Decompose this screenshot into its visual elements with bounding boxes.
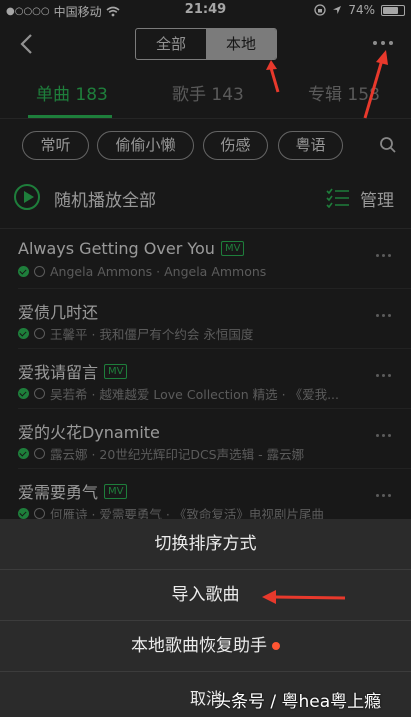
restore-assistant-label: 本地歌曲恢复助手 (131, 636, 267, 656)
watermark: 头条号 / 粤hea粤上瘾 (214, 692, 382, 712)
restore-assistant-option[interactable]: 本地歌曲恢复助手 (0, 621, 411, 671)
new-badge-dot (272, 642, 280, 650)
divider (0, 671, 411, 672)
import-songs-option[interactable]: 导入歌曲 (0, 570, 411, 620)
local-music-page: ●○○○○ 中国移动 21:49 74% 全部 本地 单曲 183 歌手 143… (0, 0, 411, 717)
sort-order-option[interactable]: 切换排序方式 (0, 519, 411, 569)
